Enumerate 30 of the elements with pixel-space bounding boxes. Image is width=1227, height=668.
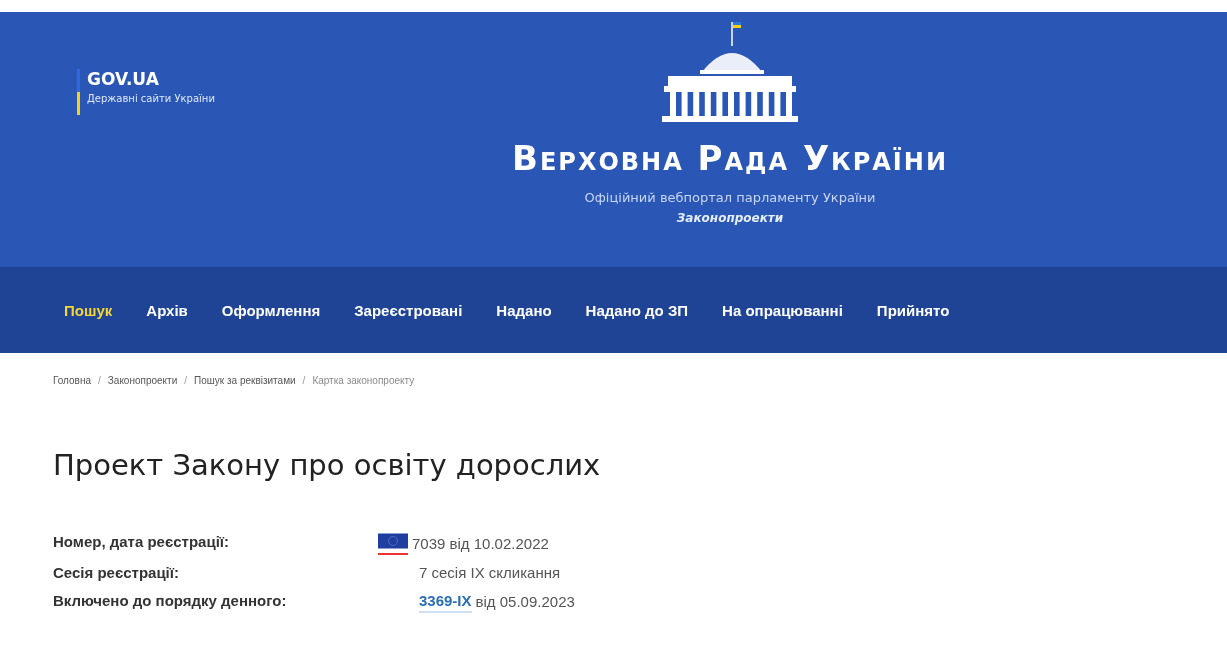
parliament-building-icon: [660, 20, 800, 124]
section-title: Законопроекти: [676, 211, 784, 225]
nav-item[interactable]: Надано: [496, 301, 552, 319]
breadcrumb-separator: /: [302, 375, 306, 386]
breadcrumb-separator: /: [184, 375, 188, 386]
breadcrumb-link[interactable]: Головна: [53, 375, 91, 386]
nav-item[interactable]: Архів: [146, 301, 188, 319]
detail-value: 7039 від 10.02.2022: [412, 533, 549, 554]
nav-item[interactable]: Пошук: [64, 301, 113, 319]
detail-value: від 05.09.2023: [475, 592, 575, 612]
gov-logo-title[interactable]: GOV.UA: [87, 69, 215, 89]
nav-item[interactable]: Прийнято: [876, 301, 950, 319]
breadcrumb-link[interactable]: Картка законопроекту: [312, 375, 415, 386]
gov-logo-subtitle: Державні сайти України: [87, 93, 215, 104]
nav-item[interactable]: Зареєстровані: [354, 301, 463, 319]
detail-label: Номер, дата реєстрації:: [53, 532, 231, 552]
detail-label: Включено до порядку денного:: [53, 591, 288, 611]
site-title[interactable]: Верховна Рада України: [512, 138, 948, 178]
nav-item[interactable]: На опрацюванні: [722, 301, 843, 319]
breadcrumb-link[interactable]: Пошук за реквізитами: [194, 375, 296, 386]
flag-stripe-icon: [77, 69, 80, 115]
detail-value: 7 сесія IX скликання: [419, 563, 561, 583]
breadcrumb-link[interactable]: Законопроекти: [107, 375, 178, 386]
agenda-link[interactable]: 3369-IX: [419, 591, 472, 613]
site-subtitle: Офіційний вебпортал парламенту України: [584, 190, 876, 205]
detail-label: Сесія реєстрації:: [53, 563, 180, 583]
nav-item[interactable]: Надано до ЗП: [585, 301, 689, 319]
page-title: Проект Закону про освіту дорослих: [53, 448, 602, 482]
breadcrumb-separator: /: [98, 375, 101, 386]
nav-item[interactable]: Оформлення: [221, 301, 321, 319]
